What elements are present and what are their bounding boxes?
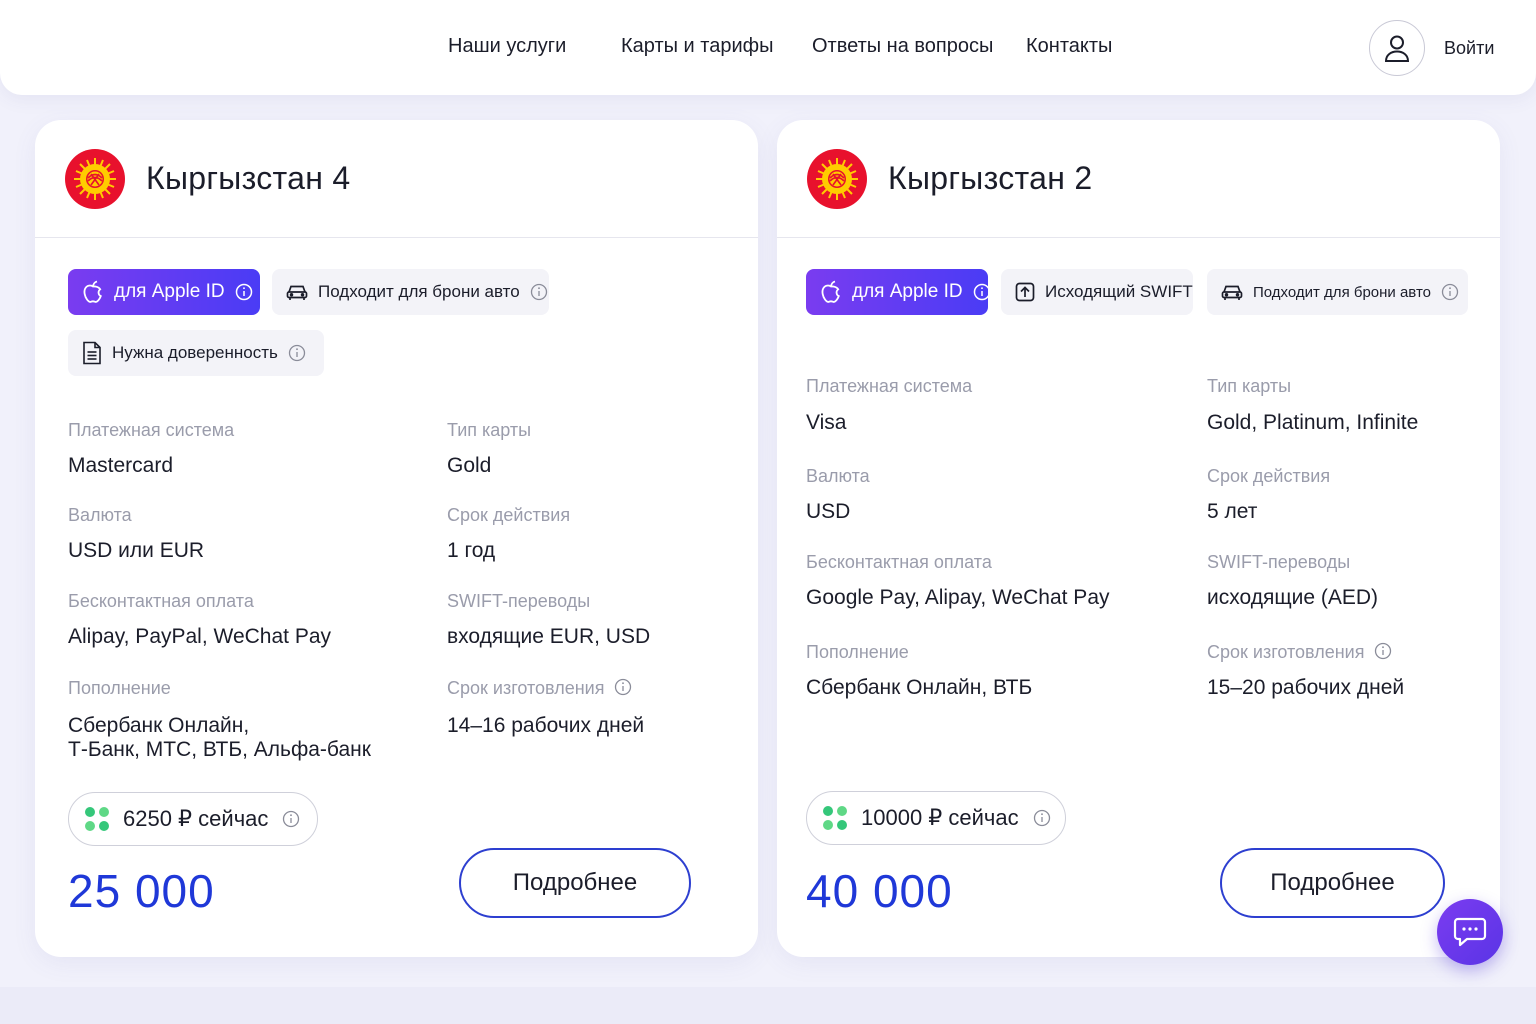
current-price-pill[interactable]: 10000 ₽ сейчас (806, 791, 1066, 845)
chip-car-booking[interactable]: Подходит для брони авто (1207, 269, 1468, 315)
chat-bubble-icon[interactable] (1437, 899, 1503, 965)
value-swift: входящие EUR, USD (447, 625, 651, 648)
label-contactless: Бесконтактная оплата (68, 591, 254, 611)
label-production-time: Срок изготовления (447, 678, 632, 699)
price: 40 000 (806, 865, 953, 917)
info-icon[interactable] (530, 283, 548, 301)
label-contactless: Бесконтактная оплата (806, 552, 992, 572)
value-contactless: Alipay, PayPal, WeChat Pay (68, 625, 332, 648)
value-currency: USD или EUR (68, 539, 205, 562)
card-header: Кыргызстан 4 (35, 120, 758, 238)
label-payment-system: Платежная система (68, 420, 235, 440)
current-price-text: 10000 ₽ сейчас (861, 805, 1019, 830)
current-price-text: 6250 ₽ сейчас (123, 806, 269, 831)
current-price-pill[interactable]: 6250 ₽ сейчас (68, 792, 318, 846)
upload-icon (1015, 282, 1035, 302)
nav-link-services[interactable]: Наши услуги (448, 35, 566, 58)
value-card-type: Gold, Platinum, Infinite (1207, 411, 1419, 434)
info-icon[interactable] (235, 283, 253, 301)
value-production-time: 15–20 рабочих дней (1207, 676, 1405, 699)
label-currency: Валюта (806, 466, 870, 486)
chip-apple-id[interactable]: для Apple ID (68, 269, 260, 315)
value-topup-line2: Т-Банк, МТС, ВТБ, Альфа-банк (68, 738, 371, 761)
value-swift: исходящие (AED) (1207, 586, 1379, 609)
car-icon (286, 283, 308, 301)
label-production-time-text: Срок изготовления (1207, 642, 1365, 662)
chip-label: Подходит для брони авто (318, 282, 520, 301)
nav-link-contacts[interactable]: Контакты (1026, 35, 1112, 58)
page-footer-band (0, 987, 1536, 1024)
kyrgyzstan-flag-icon (807, 148, 867, 209)
info-icon[interactable] (1441, 283, 1459, 301)
card-kyrgyzstan-4: Кыргызстан 4 для Apple ID Подходит для б… (35, 120, 758, 957)
login-button[interactable]: Войти (1369, 20, 1494, 76)
value-topup-line1: Сбербанк Онлайн, (68, 714, 250, 737)
user-icon[interactable] (1369, 20, 1425, 76)
label-production-time: Срок изготовления (1207, 642, 1392, 663)
kyrgyzstan-flag-icon (65, 148, 125, 209)
top-header: Наши услуги Карты и тарифы Ответы на воп… (0, 0, 1536, 95)
chip-label: для Apple ID (852, 281, 963, 302)
price: 25 000 (68, 865, 215, 917)
value-topup: Сбербанк Онлайн, ВТБ (806, 676, 1033, 699)
value-production-time: 14–16 рабочих дней (447, 714, 645, 737)
info-icon[interactable] (1033, 809, 1051, 827)
nav-link-faq[interactable]: Ответы на вопросы (812, 35, 993, 58)
dots-icon (85, 807, 109, 831)
value-payment-system: Mastercard (68, 454, 174, 477)
label-validity: Срок действия (447, 505, 571, 525)
chip-outgoing-swift[interactable]: Исходящий SWIFT (1001, 269, 1193, 315)
main-nav: Наши услуги Карты и тарифы Ответы на воп… (0, 0, 1536, 95)
chip-apple-id[interactable]: для Apple ID (806, 269, 991, 315)
value-validity: 5 лет (1207, 500, 1258, 523)
dots-icon (823, 806, 847, 830)
car-icon (1221, 283, 1243, 301)
label-swift: SWIFT-переводы (447, 591, 591, 611)
label-production-time-text: Срок изготовления (447, 678, 605, 698)
chip-label: Нужна доверенность (112, 343, 278, 362)
details-button[interactable]: Подробнее (459, 848, 691, 918)
label-validity: Срок действия (1207, 466, 1331, 486)
apple-icon (820, 280, 842, 304)
label-card-type: Тип карты (447, 420, 532, 440)
login-label[interactable]: Войти (1444, 38, 1494, 59)
value-payment-system: Visa (806, 411, 847, 434)
value-card-type: Gold (447, 454, 492, 477)
chip-power-of-attorney[interactable]: Нужна доверенность (68, 330, 324, 376)
apple-icon (82, 280, 104, 304)
info-icon[interactable] (288, 344, 306, 362)
document-icon (82, 341, 102, 365)
info-icon[interactable] (973, 283, 991, 301)
card-title: Кыргызстан 2 (888, 160, 1093, 196)
label-card-type: Тип карты (1207, 376, 1292, 396)
card-header: Кыргызстан 2 (777, 120, 1500, 238)
chip-car-booking[interactable]: Подходит для брони авто (272, 269, 549, 315)
card-kyrgyzstan-2: Кыргызстан 2 для Apple ID Исходящий SWIF… (777, 120, 1500, 957)
label-swift: SWIFT-переводы (1207, 552, 1351, 572)
info-icon[interactable] (282, 810, 300, 828)
label-currency: Валюта (68, 505, 132, 525)
value-currency: USD (806, 500, 851, 523)
label-topup: Пополнение (68, 678, 171, 698)
chip-label: Подходит для брони авто (1253, 283, 1431, 301)
chip-label: для Apple ID (114, 281, 225, 302)
value-contactless: Google Pay, Alipay, WeChat Pay (806, 586, 1110, 609)
info-icon[interactable] (614, 678, 632, 696)
value-validity: 1 год (447, 539, 496, 562)
label-topup: Пополнение (806, 642, 909, 662)
info-icon[interactable] (1374, 642, 1392, 660)
chip-label: Исходящий SWIFT (1045, 282, 1193, 301)
card-title: Кыргызстан 4 (146, 160, 351, 196)
nav-link-cards-tariffs[interactable]: Карты и тарифы (621, 35, 773, 58)
label-payment-system: Платежная система (806, 376, 973, 396)
details-button[interactable]: Подробнее (1220, 848, 1445, 918)
